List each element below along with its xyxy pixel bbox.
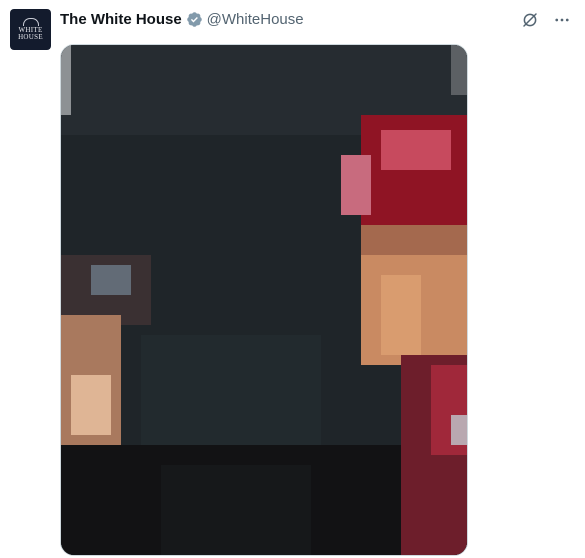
seal-icon [22,18,39,26]
author-handle[interactable]: @WhiteHouse [207,11,304,28]
author-avatar[interactable]: WHITE HOUSE [10,9,51,50]
avatar-text-line2: HOUSE [18,33,43,41]
more-icon[interactable] [551,9,573,31]
grok-icon[interactable] [519,9,541,31]
post-media-image[interactable] [60,44,468,556]
author-name[interactable]: The White House [60,11,182,28]
post-header: The White House @WhiteHouse [60,9,304,29]
verified-badge-icon[interactable] [186,11,203,28]
post-actions [519,9,573,31]
